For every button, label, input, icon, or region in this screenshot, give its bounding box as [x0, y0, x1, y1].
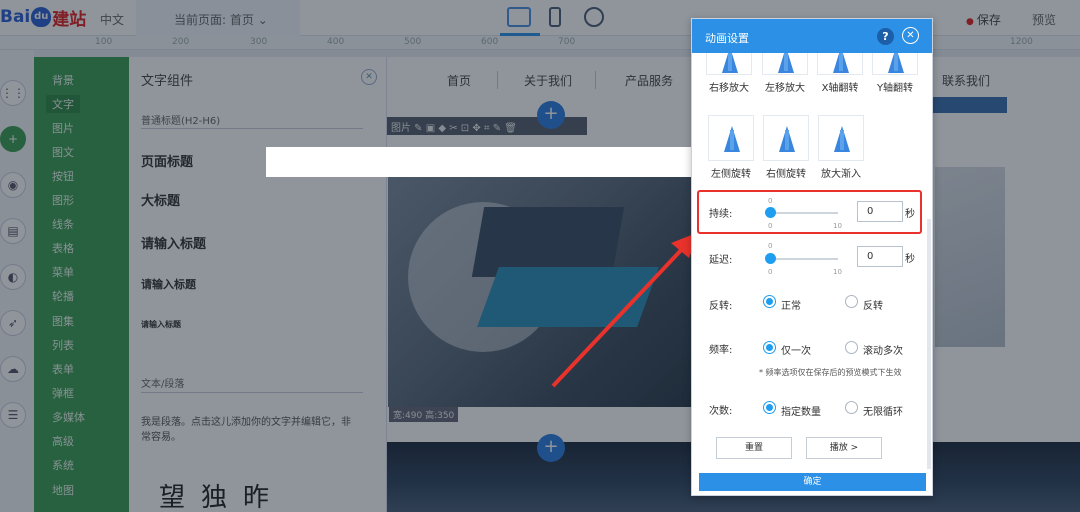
rocket-icon [834, 126, 850, 152]
reverse-normal-label[interactable]: 正常 [781, 297, 801, 312]
rocket-icon [724, 126, 740, 152]
animation-label: 放大渐入 [821, 169, 861, 180]
dialog-scrollbar[interactable] [927, 219, 931, 469]
animation-thumb [763, 115, 809, 161]
frequency-once-radio[interactable] [763, 341, 776, 354]
count-infinite-radio[interactable] [845, 401, 858, 414]
animation-option[interactable]: 左移放大 [760, 53, 810, 94]
rocket-icon [778, 53, 794, 73]
reverse-reverse-label[interactable]: 反转 [863, 297, 883, 312]
frequency-label: 频率: [709, 345, 733, 356]
animation-label: Y轴翻转 [876, 83, 914, 94]
dialog-header: 动画设置 ? ✕ [692, 19, 932, 53]
reverse-label: 反转: [709, 301, 733, 312]
delay-slider-knob[interactable] [765, 253, 776, 264]
delay-top-tick: 0 [768, 242, 773, 250]
frequency-multi-label[interactable]: 滚动多次 [863, 342, 903, 357]
animation-label: X轴翻转 [821, 83, 859, 94]
delay-min-tick: 0 [768, 268, 773, 276]
animation-thumb [817, 53, 863, 75]
delay-unit: 秒 [905, 254, 915, 265]
reverse-reverse-radio[interactable] [845, 295, 858, 308]
animation-label: 左移放大 [765, 83, 805, 94]
animation-option[interactable]: X轴翻转 [815, 53, 865, 94]
animation-thumb [762, 53, 808, 75]
count-specified-radio[interactable] [763, 401, 776, 414]
animation-thumb [708, 115, 754, 161]
reverse-normal-radio[interactable] [763, 295, 776, 308]
close-icon[interactable]: ✕ [902, 27, 919, 44]
animation-option[interactable]: 右侧旋转 [761, 115, 811, 180]
animation-label: 右侧旋转 [766, 169, 806, 180]
count-label: 次数: [709, 406, 733, 417]
rocket-icon [722, 53, 738, 73]
rocket-icon [888, 53, 904, 73]
frequency-once-label[interactable]: 仅一次 [781, 342, 811, 357]
help-icon[interactable]: ? [877, 28, 894, 45]
frequency-note: * 频率选项仅在保存后的预览模式下生效 [759, 368, 902, 377]
dialog-title: 动画设置 [705, 32, 749, 45]
play-button[interactable]: 播放 > [806, 437, 882, 459]
delay-input[interactable]: 0 [857, 246, 903, 267]
animation-option[interactable]: Y轴翻转 [870, 53, 920, 94]
frequency-multi-radio[interactable] [845, 341, 858, 354]
animation-label: 右移放大 [709, 83, 749, 94]
duration-highlight-box [697, 190, 922, 234]
delay-max-tick: 10 [833, 268, 842, 276]
rocket-icon [833, 53, 849, 73]
arrow-shaft [551, 245, 686, 388]
animation-thumb [872, 53, 918, 75]
delay-slider-track[interactable] [770, 258, 838, 260]
animation-label: 左侧旋转 [711, 169, 751, 180]
delay-label: 延迟: [709, 255, 733, 266]
animation-thumb [818, 115, 864, 161]
count-specified-label[interactable]: 指定数量 [781, 403, 821, 418]
animation-option[interactable]: 左侧旋转 [706, 115, 756, 180]
count-infinite-label[interactable]: 无限循环 [863, 403, 903, 418]
rocket-icon [779, 126, 795, 152]
confirm-button[interactable]: 确定 [699, 473, 926, 491]
animation-option[interactable]: 右移放大 [704, 53, 754, 94]
reset-button[interactable]: 重置 [716, 437, 792, 459]
animation-thumb [706, 53, 752, 75]
animation-option[interactable]: 放大渐入 [816, 115, 866, 180]
animation-settings-dialog: 动画设置 ? ✕ 右移放大 左移放大 X轴翻转 Y轴翻转 左侧旋转 右侧旋转 放… [691, 18, 933, 496]
